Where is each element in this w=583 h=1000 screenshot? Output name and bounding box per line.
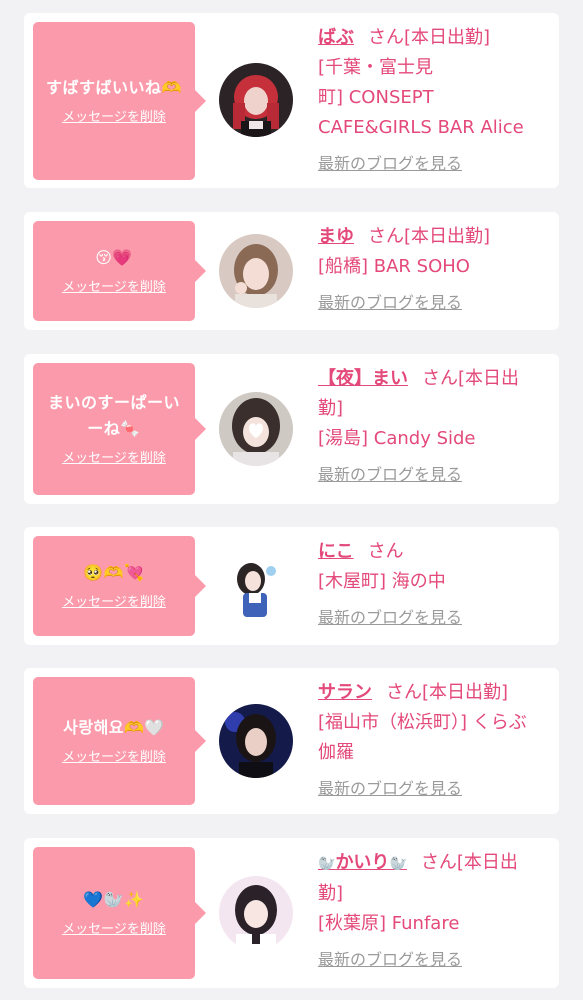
cast-name-link[interactable]: にこ (318, 541, 354, 562)
message-card: 😚💗 メッセージを削除 まゆ さん[本日出勤] [船橋] BAR SOHO 最新の… (24, 212, 559, 330)
shop-area: 町] CONSEPT (318, 87, 434, 108)
message-bubble: 😚💗 メッセージを削除 (33, 221, 206, 321)
avatar[interactable] (219, 876, 293, 950)
message-card: 💙🦭✨ メッセージを削除 🦭かいり🦭 さん[本日出 勤] [秋葉原] Funfar… (24, 838, 559, 988)
delete-message-link[interactable]: メッセージを削除 (62, 109, 166, 127)
message-text: まいのすーぱーい (47, 393, 180, 412)
honorific-duty: さん[本日出 (422, 368, 520, 389)
avatar[interactable] (219, 704, 293, 778)
delete-message-link[interactable]: メッセージを削除 (62, 921, 166, 939)
shop-area: [秋葉原] Funfare (318, 913, 460, 934)
message-card: 사랑해요🫶🤍 メッセージを削除 サラン さん[本日出勤] [福山市（松浜町）] く… (24, 668, 559, 814)
avatar[interactable] (219, 392, 293, 466)
view-blog-link[interactable]: 最新のブログを見る (318, 149, 553, 179)
message-card: まいのすーぱーい ーね🍬 メッセージを削除 【夜】まい さん[本日出 勤] [湯島… (24, 354, 559, 504)
shop-area: CAFE&GIRLS BAR Alice (318, 117, 524, 138)
on-duty-badge: [本日出勤] (404, 27, 491, 48)
on-duty-badge: 勤] (318, 398, 344, 419)
cast-info: ばぶ さん[本日出勤] [千葉・富士見 町] CONSEPT CAFE&GIRLS… (318, 23, 553, 179)
on-duty-badge: [本日出勤] (422, 682, 509, 703)
cast-info: 【夜】まい さん[本日出 勤] [湯島] Candy Side 最新のブログを見る (318, 364, 553, 490)
honorific-duty: さん[本日出 (420, 852, 518, 873)
delete-message-link[interactable]: メッセージを削除 (62, 450, 166, 468)
seal-icon: 🦭 (389, 856, 407, 872)
message-text: 💙🦭✨ (83, 890, 145, 909)
cast-name-link[interactable]: まゆ (318, 226, 354, 247)
cast-info: 🦭かいり🦭 さん[本日出 勤] [秋葉原] Funfare 最新のブログを見る (318, 848, 553, 975)
cast-info: まゆ さん[本日出勤] [船橋] BAR SOHO 最新のブログを見る (318, 222, 553, 318)
seal-icon: 🦭 (318, 856, 336, 872)
honorific: さん (368, 226, 404, 247)
on-duty-badge: [本日出勤] (404, 226, 491, 247)
view-blog-link[interactable]: 最新のブログを見る (318, 288, 553, 318)
view-blog-link[interactable]: 最新のブログを見る (318, 774, 553, 804)
shop-area: [湯島] Candy Side (318, 428, 476, 449)
honorific: さん (367, 541, 404, 562)
shop-area: [船橋] BAR SOHO (318, 256, 470, 277)
cast-name-link[interactable]: サラン (318, 682, 372, 703)
avatar[interactable] (219, 549, 293, 623)
honorific: さん (386, 682, 422, 703)
cast-info: にこ さん [木屋町] 海の中 最新のブログを見る (318, 537, 553, 633)
message-bubble: まいのすーぱーい ーね🍬 メッセージを削除 (33, 363, 206, 495)
message-text: すばすばいいね🫶 (46, 78, 182, 97)
message-text: 🥺🫶💘 (83, 563, 145, 582)
shop-area: [福山市（松浜町）] くらぶ (318, 712, 527, 733)
on-duty-badge: 勤] (318, 883, 344, 904)
honorific: さん (368, 27, 404, 48)
message-bubble: 사랑해요🫶🤍 メッセージを削除 (33, 677, 206, 805)
cast-name-text: かいり (335, 852, 390, 873)
message-bubble: すばすばいいね🫶 メッセージを削除 (33, 22, 206, 180)
message-bubble: 💙🦭✨ メッセージを削除 (33, 847, 206, 979)
delete-message-link[interactable]: メッセージを削除 (62, 749, 166, 767)
message-text: 사랑해요🫶🤍 (63, 718, 165, 737)
delete-message-link[interactable]: メッセージを削除 (62, 594, 166, 612)
message-card: すばすばいいね🫶 メッセージを削除 ばぶ さん[本日出勤] [千葉・富士見 町] … (24, 13, 559, 188)
shop-area: 伽羅 (318, 742, 354, 763)
delete-message-link[interactable]: メッセージを削除 (62, 279, 166, 297)
message-bubble: 🥺🫶💘 メッセージを削除 (33, 536, 206, 636)
message-list: すばすばいいね🫶 メッセージを削除 ばぶ さん[本日出勤] [千葉・富士見 町] … (0, 0, 583, 1000)
avatar[interactable] (219, 234, 293, 308)
cast-name-link[interactable]: ばぶ (318, 27, 354, 48)
message-text: ーね🍬 (87, 419, 141, 438)
message-card: 🥺🫶💘 メッセージを削除 にこ さん [木屋町] 海の中 最新のブログを見る (24, 527, 559, 645)
shop-area: [木屋町] 海の中 (318, 571, 446, 592)
shop-area: [千葉・富士見 (318, 57, 434, 78)
avatar[interactable] (219, 63, 293, 137)
cast-info: サラン さん[本日出勤] [福山市（松浜町）] くらぶ 伽羅 最新のブログを見る (318, 678, 553, 804)
cast-name-link[interactable]: 🦭かいり🦭 (318, 852, 407, 873)
view-blog-link[interactable]: 最新のブログを見る (318, 603, 553, 633)
message-text: 😚💗 (95, 248, 133, 267)
view-blog-link[interactable]: 最新のブログを見る (318, 460, 553, 490)
cast-name-link[interactable]: 【夜】まい (318, 368, 408, 389)
view-blog-link[interactable]: 最新のブログを見る (318, 945, 553, 975)
